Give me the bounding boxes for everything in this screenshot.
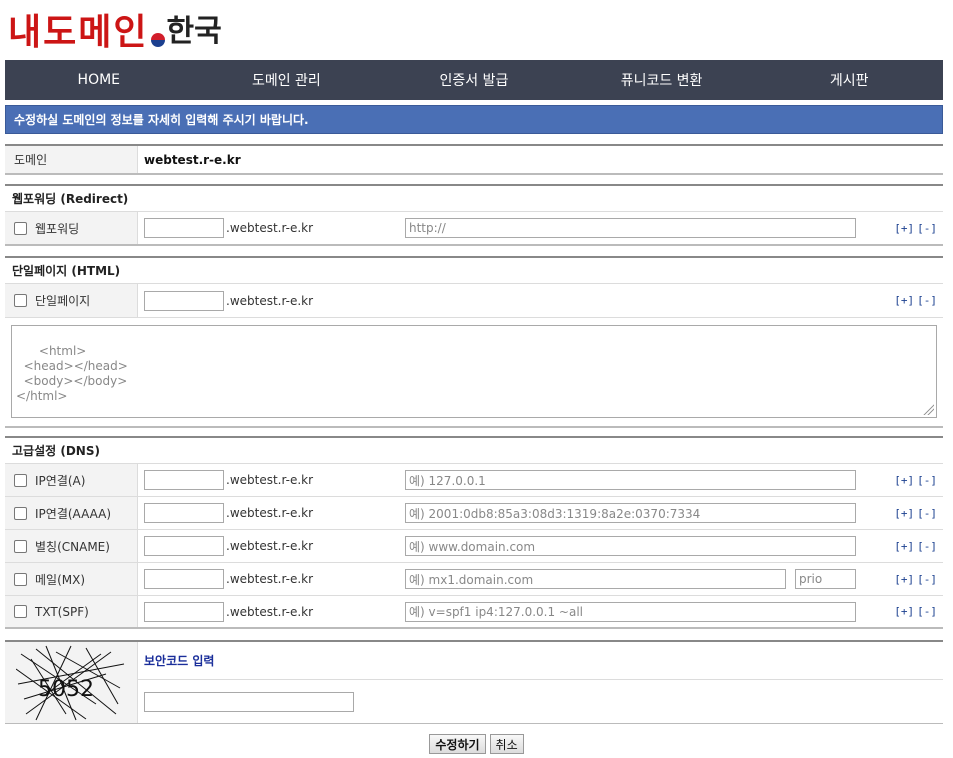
html-section: 단일페이지 (HTML) 단일페이지 .webtest.r-e.kr [+] [… — [5, 256, 943, 428]
redirect-subdomain-input[interactable] — [144, 218, 224, 238]
dns-txt-suffix: .webtest.r-e.kr — [226, 604, 314, 619]
html-remove-button[interactable]: [-] — [917, 294, 937, 307]
dns-a-add-button[interactable]: [+] — [894, 474, 914, 487]
dns-a-checkbox[interactable] — [14, 473, 27, 487]
dns-mx-label: 메일(MX) — [35, 572, 86, 587]
dns-row-cname: 별칭(CNAME) .webtest.r-e.kr 예) www.domain.… — [5, 530, 943, 563]
domain-section: 도메인 webtest.r-e.kr — [5, 144, 943, 175]
dns-mx-checkbox[interactable] — [14, 572, 27, 586]
main-nav: HOME 도메인 관리 인증서 발급 퓨니코드 변환 게시판 — [5, 60, 943, 100]
html-content-text: <html> <head></head> <body></body> </htm… — [16, 344, 128, 403]
dns-a-remove-button[interactable]: [-] — [917, 474, 937, 487]
html-label: 단일페이지 — [35, 294, 91, 308]
redirect-label: 웹포워딩 — [35, 221, 80, 236]
domain-label: 도메인 — [5, 146, 138, 173]
nav-certificate[interactable]: 인증서 발급 — [380, 60, 568, 100]
captcha-image: 5052 — [5, 642, 138, 723]
dns-txt-remove-button[interactable]: [-] — [917, 605, 937, 618]
dns-a-label: IP연결(A) — [35, 473, 86, 488]
redirect-checkbox[interactable] — [14, 221, 27, 235]
redirect-header: 웹포워딩 (Redirect) — [5, 184, 943, 212]
dns-cname-suffix: .webtest.r-e.kr — [226, 539, 314, 553]
nav-punycode[interactable]: 퓨니코드 변환 — [568, 60, 756, 100]
dns-row-txt: TXT(SPF) .webtest.r-e.kr 예) v=spf1 ip4:1… — [5, 596, 943, 629]
dns-mx-add-button[interactable]: [+] — [894, 573, 914, 586]
captcha-section: 5052 보안코드 입력 — [5, 640, 943, 724]
captcha-title: 보안코드 입력 — [144, 654, 215, 668]
dns-aaaa-checkbox[interactable] — [14, 506, 27, 520]
captcha-noise-icon: 5052 — [16, 645, 125, 720]
captcha-input[interactable] — [144, 692, 354, 712]
html-add-button[interactable]: [+] — [894, 294, 914, 307]
resize-grip-icon[interactable] — [922, 403, 934, 415]
dns-txt-checkbox[interactable] — [14, 605, 27, 618]
logo-brand-text: 내도메인 — [8, 11, 149, 53]
dns-cname-remove-button[interactable]: [-] — [917, 540, 937, 553]
dns-a-suffix: .webtest.r-e.kr — [226, 473, 314, 487]
dns-aaaa-add-button[interactable]: [+] — [894, 507, 914, 520]
dns-header: 고급설정 (DNS) — [5, 436, 943, 464]
dns-aaaa-remove-button[interactable]: [-] — [917, 507, 937, 520]
redirect-suffix: .webtest.r-e.kr — [226, 221, 314, 235]
dns-txt-value-input[interactable]: 예) v=spf1 ip4:127.0.0.1 ~all — [405, 601, 856, 622]
dns-mx-prio-input[interactable]: prio — [795, 569, 856, 589]
html-header: 단일페이지 (HTML) — [5, 256, 943, 284]
html-checkbox[interactable] — [14, 294, 27, 307]
dns-txt-subdomain-input[interactable] — [144, 601, 224, 622]
site-logo[interactable]: 내도메인 한국 — [8, 8, 222, 56]
dns-cname-subdomain-input[interactable] — [144, 536, 224, 556]
redirect-add-button[interactable]: [+] — [894, 222, 914, 235]
dns-row-aaaa: IP연결(AAAA) .webtest.r-e.kr 예) 2001:0db8:… — [5, 497, 943, 530]
dns-section: 고급설정 (DNS) IP연결(A) .webtest.r-e.kr 예) 12… — [5, 436, 943, 629]
redirect-remove-button[interactable]: [-] — [917, 222, 937, 235]
dns-cname-checkbox[interactable] — [14, 539, 27, 553]
dns-aaaa-suffix: .webtest.r-e.kr — [226, 506, 314, 520]
dns-cname-label: 별칭(CNAME) — [35, 539, 110, 554]
html-content-textarea[interactable]: <html> <head></head> <body></body> </htm… — [11, 325, 937, 418]
nav-board[interactable]: 게시판 — [755, 60, 943, 100]
notice-banner: 수정하실 도메인의 정보를 자세히 입력해 주시기 바랍니다. — [5, 105, 943, 134]
domain-value: webtest.r-e.kr — [144, 152, 241, 167]
dns-row-mx: 메일(MX) .webtest.r-e.kr 예) mx1.domain.com… — [5, 563, 943, 596]
dns-mx-remove-button[interactable]: [-] — [917, 573, 937, 586]
nav-home[interactable]: HOME — [5, 60, 193, 100]
dns-txt-add-button[interactable]: [+] — [894, 605, 914, 618]
dns-aaaa-subdomain-input[interactable] — [144, 503, 224, 523]
redirect-section: 웹포워딩 (Redirect) 웹포워딩 .webtest.r-e.kr htt… — [5, 184, 943, 246]
dns-cname-add-button[interactable]: [+] — [894, 540, 914, 553]
dns-mx-subdomain-input[interactable] — [144, 569, 224, 589]
logo-dot-icon — [151, 33, 166, 47]
dns-a-subdomain-input[interactable] — [144, 470, 224, 490]
submit-button[interactable]: 수정하기 — [429, 734, 486, 754]
dns-txt-label: TXT(SPF) — [35, 604, 89, 619]
dns-aaaa-label: IP연결(AAAA) — [35, 506, 112, 521]
redirect-url-input[interactable]: http:// — [405, 218, 856, 238]
nav-domain-manage[interactable]: 도메인 관리 — [193, 60, 381, 100]
logo-tld-text: 한국 — [166, 14, 222, 49]
dns-aaaa-value-input[interactable]: 예) 2001:0db8:85a3:08d3:1319:8a2e:0370:73… — [405, 503, 856, 523]
dns-cname-value-input[interactable]: 예) www.domain.com — [405, 536, 856, 556]
html-suffix: .webtest.r-e.kr — [226, 293, 314, 308]
dns-a-value-input[interactable]: 예) 127.0.0.1 — [405, 470, 856, 490]
dns-row-a: IP연결(A) .webtest.r-e.kr 예) 127.0.0.1 [+]… — [5, 464, 943, 497]
form-actions: 수정하기 취소 — [0, 734, 953, 754]
html-subdomain-input[interactable] — [144, 290, 224, 311]
captcha-code-text: 5052 — [38, 677, 94, 702]
dns-mx-value-input[interactable]: 예) mx1.domain.com — [405, 569, 786, 589]
cancel-button[interactable]: 취소 — [489, 734, 524, 754]
dns-mx-suffix: .webtest.r-e.kr — [226, 572, 314, 586]
